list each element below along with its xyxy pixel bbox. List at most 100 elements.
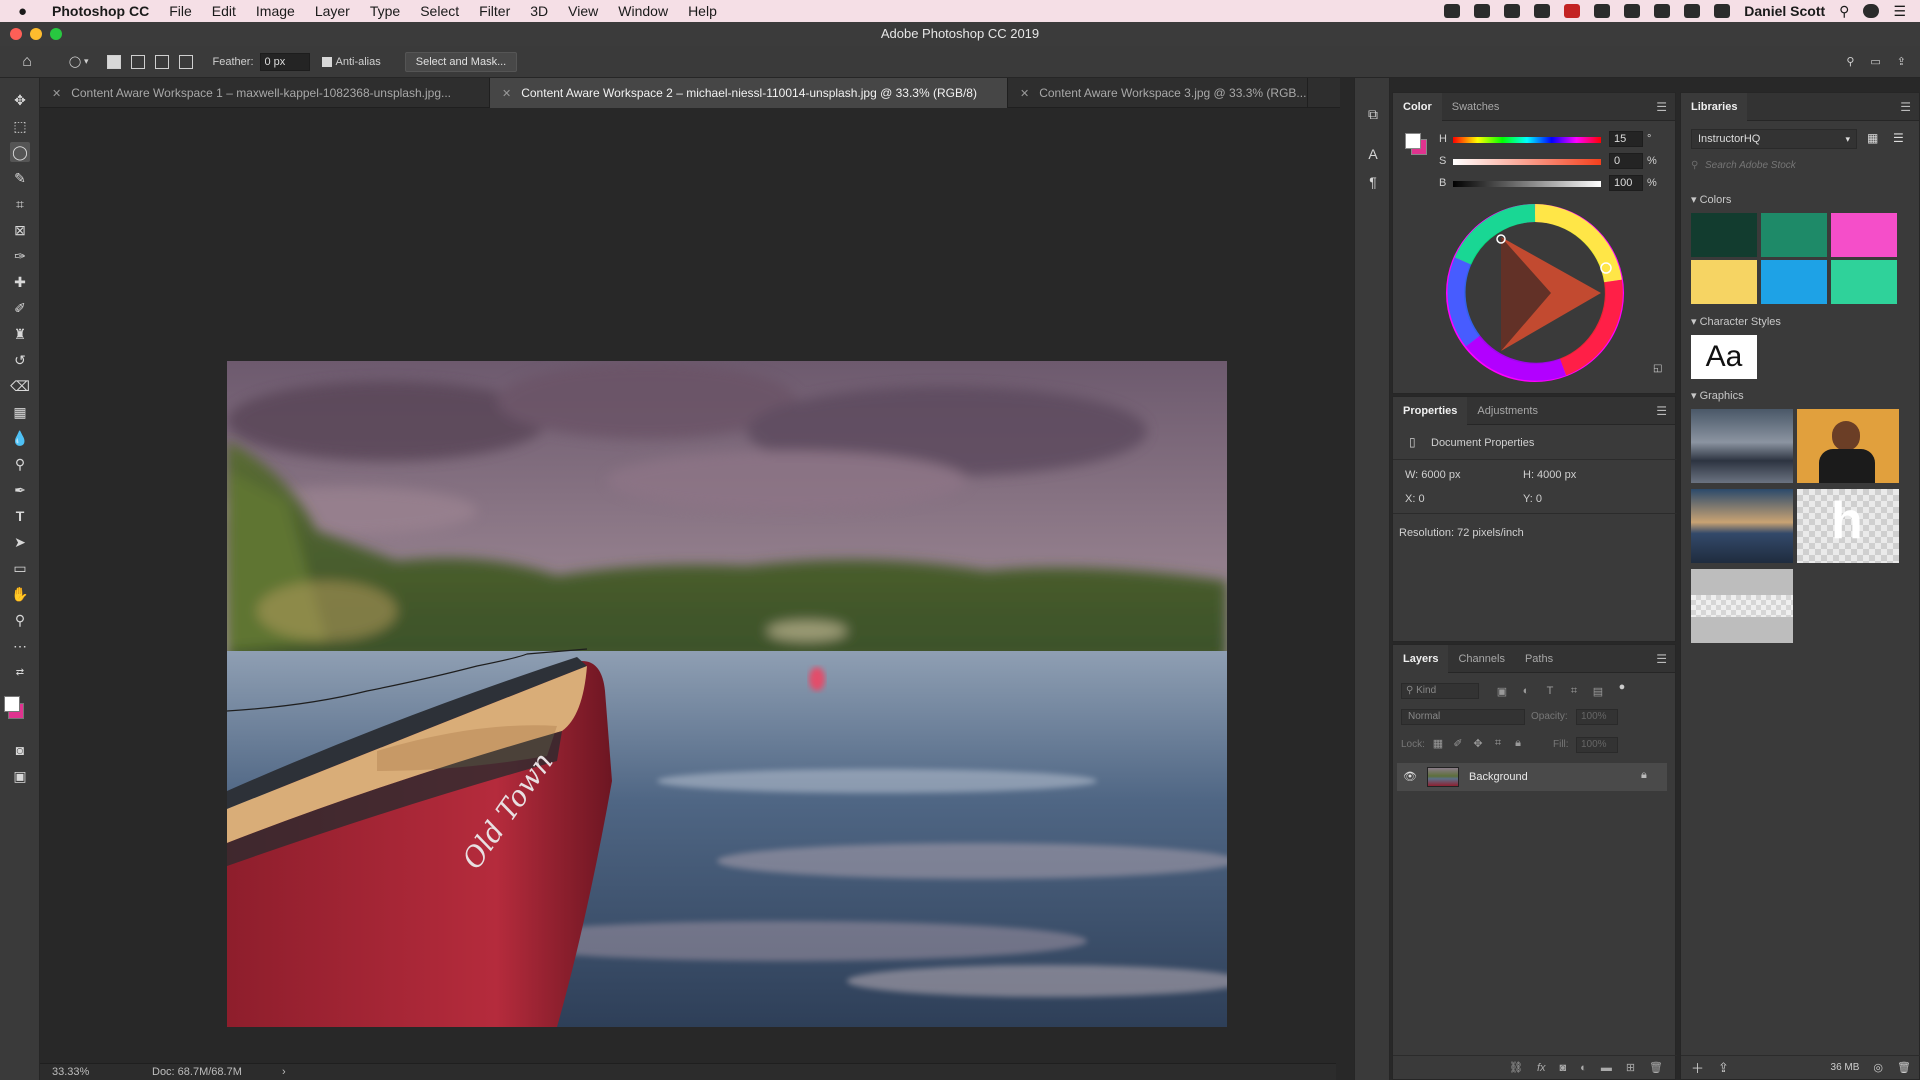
menu-select[interactable]: Select [420, 3, 459, 19]
volume-icon[interactable] [1684, 4, 1701, 18]
zoom-level[interactable]: 33.33% [52, 1066, 132, 1078]
color-wheel[interactable] [1443, 201, 1627, 385]
fill-input[interactable]: 100% [1576, 737, 1618, 753]
swap-colors-icon[interactable]: ⇄ [10, 662, 30, 682]
lock-position-icon[interactable]: ✥ [1471, 737, 1485, 751]
out-of-gamut-icon[interactable]: ◱ [1653, 363, 1662, 374]
tab-channels[interactable]: Channels [1448, 645, 1514, 673]
character-style-sample[interactable]: Aa [1691, 335, 1757, 379]
user-name[interactable]: Daniel Scott [1744, 3, 1825, 19]
tab-workspace-2[interactable]: ✕ Content Aware Workspace 2 – michael-ni… [490, 78, 1008, 108]
menu-view[interactable]: View [568, 3, 598, 19]
blend-mode-select[interactable]: Normal [1401, 709, 1525, 725]
rectangle-tool-icon[interactable]: ▭ [10, 558, 30, 578]
menu-3d[interactable]: 3D [530, 3, 548, 19]
home-icon[interactable]: ⌂ [18, 53, 36, 71]
select-and-mask-button[interactable]: Select and Mask... [404, 51, 518, 72]
delete-layer-icon[interactable]: 🗑︎ [1649, 1061, 1663, 1074]
y-value[interactable]: Y: 0 [1523, 493, 1542, 505]
status-menu-arrow[interactable]: › [282, 1066, 286, 1078]
hand-tool-icon[interactable]: ✋ [10, 584, 30, 604]
colors-section-header[interactable]: ▾ Colors [1691, 193, 1731, 206]
record-icon[interactable] [1564, 4, 1581, 18]
filter-pixel-icon[interactable]: ▣ [1495, 685, 1509, 699]
filter-toggle-icon[interactable]: ● [1615, 681, 1629, 695]
new-layer-icon[interactable]: ⊞ [1626, 1061, 1635, 1074]
b-value-input[interactable] [1609, 175, 1643, 191]
close-tab-icon[interactable]: ✕ [502, 87, 511, 100]
tab-paths[interactable]: Paths [1515, 645, 1563, 673]
workspace-icon[interactable]: ▭ [1870, 55, 1880, 68]
menu-file[interactable]: File [169, 3, 192, 19]
menu-image[interactable]: Image [256, 3, 295, 19]
add-content-icon[interactable]: ＋ [1691, 1058, 1704, 1077]
menu-edit[interactable]: Edit [212, 3, 236, 19]
graphic-thumbnail-sunset[interactable] [1691, 489, 1793, 563]
graphic-thumbnail-logo[interactable]: h [1797, 489, 1899, 563]
chevron-down-icon[interactable]: ▾ [84, 56, 89, 67]
library-color-swatch[interactable] [1691, 260, 1757, 304]
filter-smart-object-icon[interactable]: ▤ [1591, 685, 1605, 699]
h-value-input[interactable] [1609, 131, 1643, 147]
menu-filter[interactable]: Filter [479, 3, 510, 19]
minimize-window-button[interactable] [30, 28, 42, 40]
eraser-tool-icon[interactable]: ⌫ [10, 376, 30, 396]
hue-slider[interactable] [1453, 137, 1601, 143]
path-selection-tool-icon[interactable]: ➤ [10, 532, 30, 552]
brush-tool-icon[interactable]: ✐ [10, 298, 30, 318]
siri-icon[interactable] [1863, 4, 1880, 18]
s-value-input[interactable] [1609, 153, 1643, 169]
library-select[interactable]: InstructorHQ ▾ [1691, 129, 1857, 149]
menu-layer[interactable]: Layer [315, 3, 350, 19]
add-mask-icon[interactable]: ◙ [1560, 1062, 1567, 1074]
new-group-icon[interactable]: ▬ [1601, 1062, 1612, 1074]
creative-cloud-icon[interactable] [1444, 4, 1461, 18]
dodge-tool-icon[interactable]: ⚲ [10, 454, 30, 474]
sync-status-icon[interactable]: ◎ [1873, 1061, 1883, 1074]
anti-alias-checkbox[interactable] [321, 56, 332, 67]
layer-row-background[interactable]: 👁︎ Background 🔒︎ [1397, 763, 1667, 791]
spotlight-search-icon[interactable]: ⚲ [1839, 3, 1849, 20]
cloud-icon[interactable] [1534, 4, 1551, 18]
character-styles-section-header[interactable]: ▾ Character Styles [1691, 315, 1781, 328]
opacity-input[interactable]: 100% [1576, 709, 1618, 725]
history-brush-tool-icon[interactable]: ↺ [10, 350, 30, 370]
delete-icon[interactable]: 🗑︎ [1897, 1061, 1911, 1074]
width-value[interactable]: W: 6000 px [1405, 469, 1460, 481]
character-panel-icon[interactable]: A [1364, 146, 1382, 164]
close-tab-icon[interactable]: ✕ [1020, 87, 1029, 100]
quick-selection-tool-icon[interactable]: ✎ [10, 168, 30, 188]
x-value[interactable]: X: 0 [1405, 493, 1425, 505]
panel-menu-icon[interactable]: ☰ [1656, 404, 1667, 418]
healing-brush-tool-icon[interactable]: ✚ [10, 272, 30, 292]
blur-tool-icon[interactable]: 💧 [10, 428, 30, 448]
add-to-selection-button[interactable] [130, 54, 145, 69]
filter-shape-icon[interactable]: ⌗ [1567, 685, 1581, 699]
tab-workspace-3[interactable]: ✕ Content Aware Workspace 3.jpg @ 33.3% … [1008, 78, 1308, 108]
filter-adjustment-icon[interactable]: ◐ [1519, 685, 1533, 699]
share-icon[interactable]: ⇪ [1897, 55, 1906, 68]
canvas-area[interactable]: Old Town [40, 108, 1336, 1063]
layer-name[interactable]: Background [1469, 771, 1528, 783]
lock-artboard-icon[interactable]: ⌗ [1491, 737, 1505, 751]
zoom-tool-icon[interactable]: ⚲ [10, 610, 30, 630]
graphic-thumbnail-portrait[interactable] [1797, 409, 1899, 483]
battery-icon[interactable] [1714, 4, 1731, 18]
eye-icon[interactable]: 👁︎ [1403, 770, 1417, 783]
panel-menu-icon[interactable]: ☰ [1656, 652, 1667, 666]
graphic-thumbnail-coast[interactable] [1691, 409, 1793, 483]
screen-mode-icon[interactable]: ▣ [10, 766, 30, 786]
lasso-tool-icon[interactable]: ◯ [10, 142, 30, 162]
dropbox-icon[interactable] [1474, 4, 1491, 18]
library-color-swatch[interactable] [1761, 213, 1827, 257]
library-color-swatch[interactable] [1831, 260, 1897, 304]
tab-libraries[interactable]: Libraries [1681, 92, 1748, 121]
filter-type-icon[interactable]: T [1543, 685, 1557, 699]
subtract-from-selection-button[interactable] [154, 54, 169, 69]
brightness-slider[interactable] [1453, 181, 1601, 187]
tab-swatches[interactable]: Swatches [1442, 93, 1510, 121]
menu-help[interactable]: Help [688, 3, 717, 19]
more-tools-icon[interactable]: ⋯ [10, 636, 30, 656]
search-icon[interactable]: ⚲ [1846, 55, 1854, 68]
time-machine-icon[interactable] [1594, 4, 1611, 18]
